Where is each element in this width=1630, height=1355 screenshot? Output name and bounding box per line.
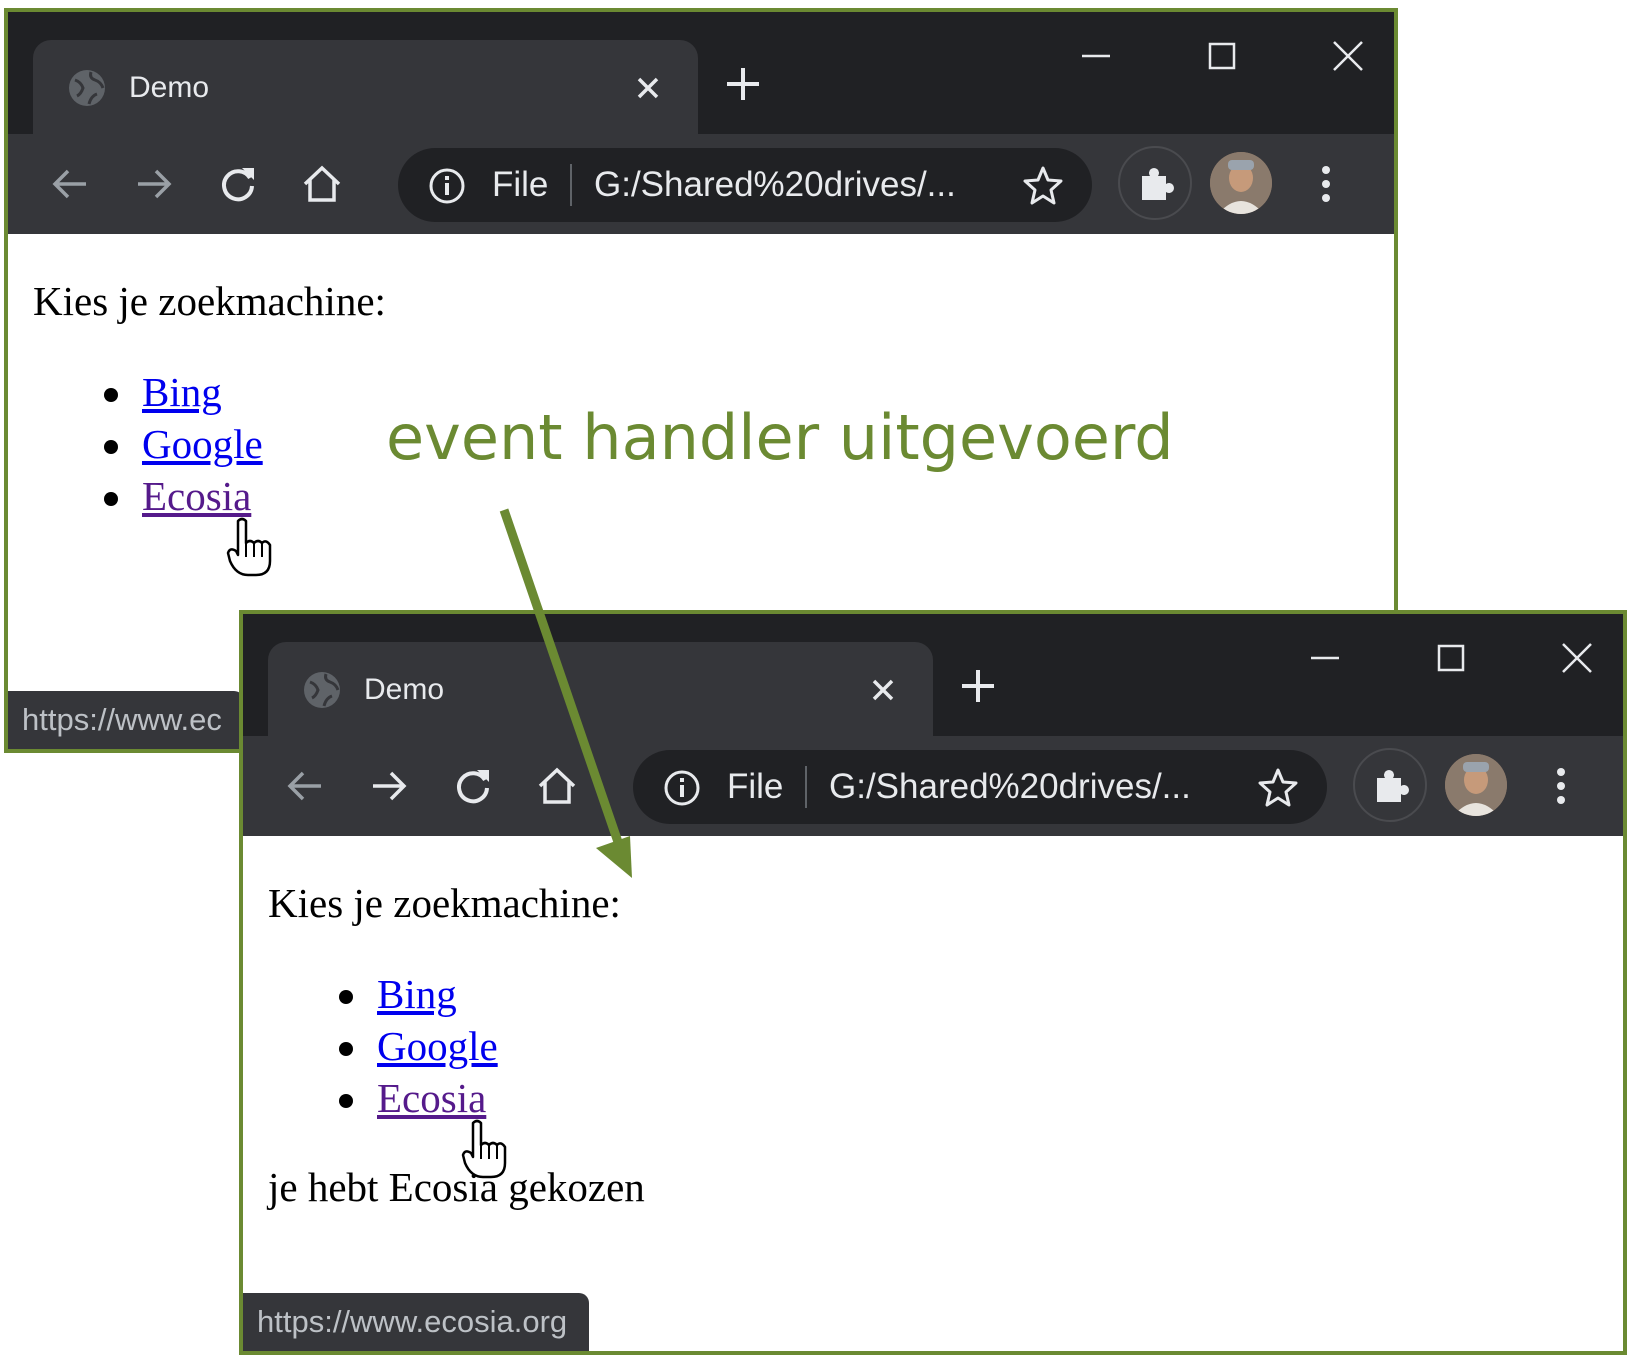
link-list: Bing Google Ecosia: [104, 366, 263, 522]
puzzle-icon: [1377, 770, 1409, 802]
bookmark-star-icon[interactable]: [1257, 766, 1299, 808]
bullet: [339, 1094, 353, 1108]
reload-icon[interactable]: [451, 764, 495, 808]
info-icon[interactable]: [428, 167, 466, 205]
minimize-icon[interactable]: [1305, 638, 1345, 678]
bookmark-star-icon[interactable]: [1022, 164, 1064, 206]
tab-title: Demo: [364, 673, 445, 706]
tab-strip: Demo: [8, 12, 1394, 134]
avatar-image: [1445, 754, 1507, 816]
profile-avatar[interactable]: [1445, 754, 1507, 816]
new-tab-icon[interactable]: [723, 64, 763, 104]
tab-close-icon[interactable]: [867, 674, 899, 706]
result-text: je hebt Ecosia gekozen: [268, 1164, 645, 1210]
puzzle-icon: [1142, 168, 1174, 200]
omnibox-divider: [570, 164, 572, 206]
link-bing[interactable]: Bing: [142, 369, 222, 415]
link-google[interactable]: Google: [377, 1023, 498, 1069]
globe-icon: [304, 672, 340, 708]
hand-cursor-icon: [226, 517, 272, 577]
url-scheme: File: [727, 767, 784, 806]
link-bing[interactable]: Bing: [377, 971, 457, 1017]
extensions-button[interactable]: [1353, 748, 1427, 822]
close-window-icon[interactable]: [1328, 36, 1368, 76]
link-google[interactable]: Google: [142, 421, 263, 467]
url-text[interactable]: G:/Shared%20drives/...: [594, 164, 956, 206]
omnibox-divider: [805, 766, 807, 808]
maximize-icon[interactable]: [1202, 36, 1242, 76]
link-ecosia[interactable]: Ecosia: [142, 473, 251, 519]
profile-avatar[interactable]: [1210, 152, 1272, 214]
url-scheme: File: [492, 165, 549, 204]
extensions-button[interactable]: [1118, 146, 1192, 220]
tab-strip: Demo: [243, 614, 1623, 736]
omnibox[interactable]: File G:/Shared%20drives/...: [633, 750, 1327, 824]
close-window-icon[interactable]: [1557, 638, 1597, 678]
globe-icon: [69, 70, 105, 106]
bullet: [339, 990, 353, 1004]
tab-demo[interactable]: Demo: [268, 642, 933, 736]
annotation-label: event handler uitgevoerd: [386, 401, 1174, 474]
forward-icon[interactable]: [367, 764, 411, 808]
kebab-menu-icon[interactable]: [1306, 162, 1346, 206]
browser-window-after: Demo File G:/Shared%20drives/... Kies je…: [239, 610, 1627, 1355]
home-icon[interactable]: [300, 162, 344, 206]
prompt-text: Kies je zoekmachine:: [33, 278, 386, 324]
new-tab-icon[interactable]: [958, 666, 998, 706]
bullet: [104, 388, 118, 402]
link-ecosia[interactable]: Ecosia: [377, 1075, 486, 1121]
status-bar: https://www.ec: [8, 691, 244, 749]
prompt-text: Kies je zoekmachine:: [268, 880, 621, 926]
bullet: [104, 492, 118, 506]
list-item: Ecosia: [339, 1072, 498, 1124]
toolbar: File G:/Shared%20drives/...: [8, 134, 1394, 234]
minimize-icon[interactable]: [1076, 36, 1116, 76]
url-text[interactable]: G:/Shared%20drives/...: [829, 766, 1191, 808]
back-icon[interactable]: [283, 764, 327, 808]
list-item: Ecosia: [104, 470, 263, 522]
back-icon[interactable]: [48, 162, 92, 206]
link-list: Bing Google Ecosia: [339, 968, 498, 1124]
tab-demo[interactable]: Demo: [33, 40, 698, 134]
forward-icon[interactable]: [132, 162, 176, 206]
list-item: Bing: [339, 968, 498, 1020]
kebab-menu-icon[interactable]: [1541, 764, 1581, 808]
home-icon[interactable]: [535, 764, 579, 808]
bullet: [104, 440, 118, 454]
avatar-image: [1210, 152, 1272, 214]
status-bar: https://www.ecosia.org: [243, 1293, 590, 1351]
list-item: Bing: [104, 366, 263, 418]
page-content: Kies je zoekmachine: Bing Google Ecosia …: [243, 836, 1623, 1351]
toolbar: File G:/Shared%20drives/...: [243, 736, 1623, 836]
bullet: [339, 1042, 353, 1056]
reload-icon[interactable]: [216, 162, 260, 206]
maximize-icon[interactable]: [1431, 638, 1471, 678]
list-item: Google: [104, 418, 263, 470]
list-item: Google: [339, 1020, 498, 1072]
info-icon[interactable]: [663, 769, 701, 807]
tab-title: Demo: [129, 71, 210, 104]
omnibox[interactable]: File G:/Shared%20drives/...: [398, 148, 1092, 222]
tab-close-icon[interactable]: [632, 72, 664, 104]
